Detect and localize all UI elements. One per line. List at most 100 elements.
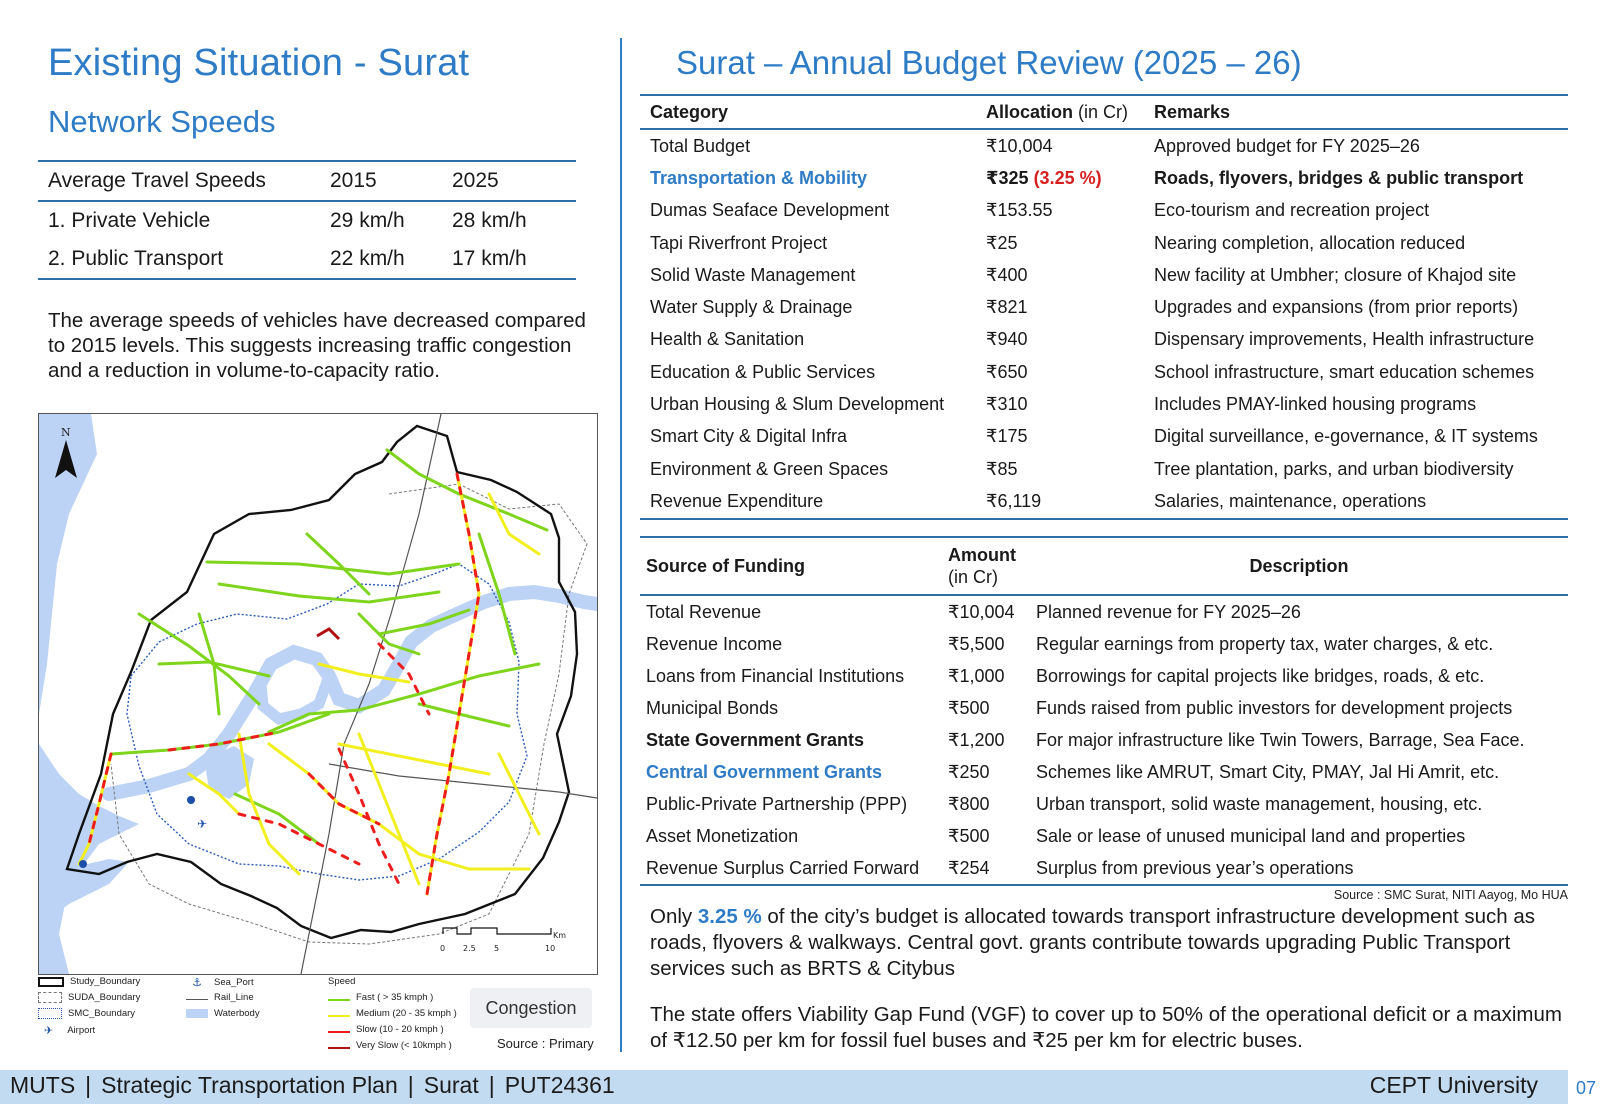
- note-highlight: 3.25 %: [697, 905, 762, 928]
- footer-separator: |: [407, 1072, 414, 1098]
- scale-bar: [442, 927, 552, 935]
- legend-label: Very Slow (< 10kmph ): [356, 1040, 452, 1051]
- north-label: N: [61, 426, 71, 439]
- scale-label: 0: [440, 944, 445, 953]
- funding-amount: ₹5,500: [948, 633, 1005, 654]
- budget-allocation: ₹310: [976, 388, 1144, 420]
- table-row: Tapi Riverfront Project ₹25 Nearing comple…: [640, 227, 1568, 259]
- budget-header-allocation: Allocation (in Cr): [976, 95, 1144, 129]
- budget-allocation: ₹175: [976, 421, 1144, 453]
- table-row: Central Government Grants ₹250 Schemes lik…: [640, 756, 1568, 788]
- funding-header-amount: Amount (in Cr): [942, 537, 1030, 595]
- table-row: Health & Sanitation ₹940 Dispensary improv…: [640, 324, 1568, 356]
- legend-item: Very Slow (< 10kmph ): [328, 1040, 452, 1051]
- budget-allocation: ₹821: [976, 291, 1144, 323]
- funding-source: Loans from Financial Institutions: [646, 665, 905, 686]
- funding-description: Funds raised from public investors for d…: [1036, 697, 1513, 718]
- table-row: Municipal Bonds ₹500 Funds raised from pub…: [640, 692, 1568, 724]
- allocation-value: ₹85: [986, 458, 1018, 479]
- table-row: Water Supply & Drainage ₹821 Upgrades and …: [640, 291, 1568, 323]
- allocation-value: ₹310: [986, 394, 1028, 415]
- table-row: Solid Waste Management ₹400 New facility a…: [640, 259, 1568, 291]
- table-row: Loans from Financial Institutions ₹1,000 B…: [640, 660, 1568, 692]
- budget-header-remarks: Remarks: [1154, 101, 1231, 122]
- funding-header-description: Description: [1249, 555, 1349, 576]
- speed-cell: 17 km/h: [452, 247, 527, 270]
- sea-waterbody: [39, 744, 139, 974]
- budget-remarks: Upgrades and expansions (from prior repo…: [1154, 297, 1519, 318]
- section-subtitle: Network Speeds: [48, 104, 276, 139]
- funding-description: Schemes like AMRUT, Smart City, PMAY, Ja…: [1036, 761, 1500, 782]
- table-row: State Government Grants ₹1,200 For major i…: [640, 724, 1568, 756]
- scale-label: 5: [494, 944, 499, 953]
- footer-item: PUT24361: [504, 1072, 615, 1098]
- network-speed-map: ✈ N 0 2.5 5 10 Km: [38, 413, 598, 975]
- funding-source: Revenue Surplus Carried Forward: [646, 857, 920, 878]
- speed-cell: 28 km/h: [452, 209, 527, 232]
- fast-swatch: [328, 998, 350, 1001]
- allocation-value: ₹25: [986, 232, 1018, 253]
- funding-source: Total Revenue: [646, 601, 762, 622]
- table-row: Revenue Expenditure ₹6,119 Salaries, maint…: [640, 485, 1568, 519]
- funding-description: Regular earnings from property tax, wate…: [1036, 633, 1494, 654]
- allocation-value: ₹325: [986, 167, 1029, 188]
- legend-item: SUDA_Boundary: [38, 992, 140, 1003]
- speed-cell: 2. Public Transport: [48, 247, 224, 270]
- speed-description: The average speeds of vehicles have decr…: [48, 309, 586, 382]
- legend-title: Speed: [328, 976, 355, 987]
- allocation-label: Allocation: [986, 101, 1074, 122]
- budget-remarks: Salaries, maintenance, operations: [1154, 490, 1427, 511]
- allocation-percent: (3.25 %): [1028, 167, 1102, 188]
- source-note: Source : SMC Surat, NITI Aayog, Mo HUA: [1333, 888, 1568, 902]
- budget-category: Tapi Riverfront Project: [650, 232, 828, 253]
- table-row: Public-Private Partnership (PPP) ₹800 Urba…: [640, 788, 1568, 820]
- amount-label: Amount: [948, 545, 1016, 565]
- budget-allocation: ₹940: [976, 324, 1144, 356]
- table-row: Total Revenue ₹10,004 Planned revenue for …: [640, 595, 1568, 628]
- note-text: Only: [650, 905, 698, 928]
- allocation-value: ₹10,004: [986, 135, 1053, 156]
- table-row: Environment & Green Spaces ₹85 Tree planta…: [640, 453, 1568, 485]
- budget-category: Smart City & Digital Infra: [650, 426, 848, 447]
- legend-label: Sea_Port: [214, 977, 254, 988]
- table-row: Urban Housing & Slum Development ₹310 Incl…: [640, 388, 1568, 420]
- budget-allocation: ₹25: [976, 227, 1144, 259]
- speed-header-2015: 2015: [330, 169, 377, 192]
- very-slow-road: [316, 627, 341, 641]
- budget-category: Total Budget: [650, 135, 751, 156]
- funding-description: Planned revenue for FY 2025–26: [1036, 601, 1301, 622]
- funding-source: Central Government Grants: [646, 761, 883, 782]
- budget-remarks: New facility at Umbher; closure of Khajo…: [1154, 264, 1517, 285]
- budget-remarks: Nearing completion, allocation reduced: [1154, 232, 1466, 253]
- budget-category: Dumas Seaface Development: [650, 200, 890, 221]
- funding-description: Surplus from previous year’s operations: [1036, 857, 1354, 878]
- note-text: of the city’s budget is allocated toward…: [650, 905, 1536, 980]
- allocation-value: ₹6,119: [986, 490, 1042, 511]
- column-divider: [620, 38, 622, 1052]
- legend-label: Speed: [328, 976, 356, 987]
- funding-amount: ₹250: [948, 761, 990, 782]
- budget-remarks: Eco-tourism and recreation project: [1154, 200, 1430, 221]
- budget-remarks: Roads, flyovers, bridges & public transp…: [1154, 167, 1524, 188]
- legend-item: ⚓ Sea_Port: [186, 976, 254, 989]
- budget-remarks: Digital surveillance, e-governance, & IT…: [1154, 426, 1538, 447]
- transport-allocation-note: Only 3.25 % of the city’s budget is allo…: [650, 904, 1570, 982]
- allocation-value: ₹650: [986, 361, 1028, 382]
- allocation-value: ₹175: [986, 426, 1028, 447]
- slow-swatch: [328, 1030, 350, 1033]
- funding-source: Municipal Bonds: [646, 697, 779, 718]
- budget-remarks: Approved budget for FY 2025–26: [1154, 135, 1420, 156]
- map-source: Source : Primary: [497, 1036, 594, 1051]
- budget-table-header: Category Allocation (in Cr) Remarks: [640, 95, 1568, 129]
- funding-description: For major infrastructure like Twin Tower…: [1036, 729, 1525, 750]
- funding-header-source: Source of Funding: [646, 555, 805, 576]
- funding-amount: ₹10,004: [948, 601, 1015, 622]
- table-row: 2. Public Transport 22 km/h 17 km/h: [38, 240, 576, 279]
- table-row: 1. Private Vehicle 29 km/h 28 km/h: [38, 201, 576, 240]
- footer-item: Strategic Transportation Plan: [101, 1072, 398, 1098]
- table-row: Revenue Surplus Carried Forward ₹254 Surpl…: [640, 852, 1568, 885]
- footer-separator: |: [85, 1072, 92, 1098]
- budget-category: Education & Public Services: [650, 361, 876, 382]
- footer-item: Surat: [423, 1072, 479, 1098]
- allocation-value: ₹153.55: [986, 200, 1053, 221]
